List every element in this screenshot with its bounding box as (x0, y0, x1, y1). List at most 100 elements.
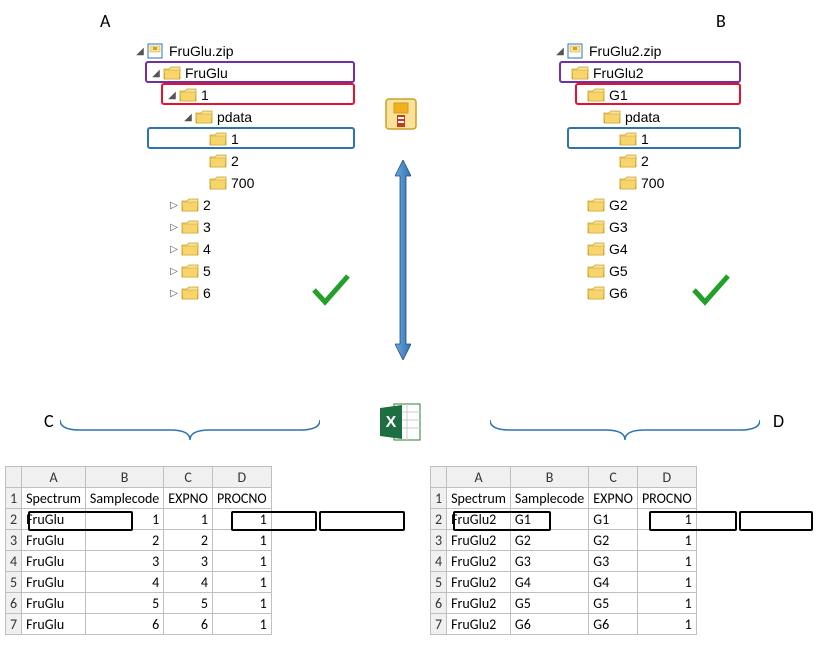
col-header[interactable]: C (164, 467, 213, 488)
cell[interactable]: FruGlu2 (447, 572, 511, 593)
cell[interactable]: 2 (164, 530, 213, 551)
tree-node-root[interactable]: ◢ FruGlu2.zip (555, 40, 785, 62)
cell[interactable]: 1 (637, 530, 696, 551)
row-header[interactable]: 1 (431, 488, 447, 509)
row-header[interactable]: 6 (431, 593, 447, 614)
tree-node-pdata-child[interactable]: 700 (135, 172, 365, 194)
cell[interactable]: 1 (212, 614, 271, 635)
cell[interactable]: FruGlu2 (447, 509, 511, 530)
cell[interactable]: FruGlu2 (447, 530, 511, 551)
cell[interactable]: 5 (85, 593, 163, 614)
cell[interactable]: 1 (212, 509, 271, 530)
cell[interactable]: 3 (85, 551, 163, 572)
tree-node-pdata-child[interactable]: 1 (555, 128, 785, 150)
col-header[interactable]: A (447, 467, 511, 488)
tree-node-pdata[interactable]: ◢ pdata (135, 106, 365, 128)
cell[interactable]: 1 (637, 614, 696, 635)
cell[interactable]: FruGlu (22, 530, 86, 551)
tree-node-level1[interactable]: FruGlu2 (555, 62, 785, 84)
expander-icon[interactable]: ◢ (167, 90, 177, 101)
tree-node-sibling[interactable]: ▷ 4 (135, 238, 365, 260)
cell[interactable]: FruGlu (22, 614, 86, 635)
cell[interactable]: G4 (589, 572, 638, 593)
cell[interactable]: 1 (637, 551, 696, 572)
expander-icon[interactable]: ▷ (169, 222, 179, 233)
cell[interactable]: EXPNO (164, 488, 213, 509)
expander-icon[interactable]: ▷ (169, 200, 179, 211)
cell[interactable]: G2 (589, 530, 638, 551)
cell[interactable]: 1 (637, 572, 696, 593)
cell[interactable]: 1 (212, 551, 271, 572)
row-header[interactable]: 7 (431, 614, 447, 635)
cell[interactable]: G6 (589, 614, 638, 635)
tree-node-pdata[interactable]: pdata (555, 106, 785, 128)
cell[interactable]: G1 (589, 509, 638, 530)
row-header[interactable]: 2 (431, 509, 447, 530)
corner-cell[interactable] (431, 467, 447, 488)
expander-icon[interactable]: ◢ (555, 46, 565, 57)
row-header[interactable]: 4 (431, 551, 447, 572)
tree-node-pdata-child[interactable]: 2 (135, 150, 365, 172)
cell[interactable]: Spectrum (447, 488, 511, 509)
cell[interactable]: 1 (637, 509, 696, 530)
cell[interactable]: FruGlu (22, 593, 86, 614)
tree-node-level2[interactable]: ◢ 1 (135, 84, 365, 106)
cell[interactable]: G3 (589, 551, 638, 572)
row-header[interactable]: 1 (6, 488, 22, 509)
expander-icon[interactable]: ◢ (183, 112, 193, 123)
cell[interactable]: 5 (164, 593, 213, 614)
row-header[interactable]: 5 (6, 572, 22, 593)
tree-node-sibling[interactable]: G5 (555, 260, 785, 282)
tree-node-sibling[interactable]: ▷ 3 (135, 216, 365, 238)
cell[interactable]: G4 (510, 572, 588, 593)
row-header[interactable]: 5 (431, 572, 447, 593)
tree-node-sibling[interactable]: G2 (555, 194, 785, 216)
cell[interactable]: FruGlu2 (447, 614, 511, 635)
cell[interactable]: 6 (164, 614, 213, 635)
cell[interactable]: 4 (85, 572, 163, 593)
row-header[interactable]: 4 (6, 551, 22, 572)
tree-node-sibling[interactable]: G4 (555, 238, 785, 260)
cell[interactable]: G2 (510, 530, 588, 551)
cell[interactable]: Samplecode (85, 488, 163, 509)
cell[interactable]: PROCNO (637, 488, 696, 509)
col-header[interactable]: B (85, 467, 163, 488)
tree-node-sibling[interactable]: G6 (555, 282, 785, 304)
tree-node-sibling[interactable]: G3 (555, 216, 785, 238)
col-header[interactable]: A (22, 467, 86, 488)
cell[interactable]: G1 (510, 509, 588, 530)
cell[interactable]: FruGlu2 (447, 551, 511, 572)
cell[interactable]: 6 (85, 614, 163, 635)
cell[interactable]: 1 (637, 593, 696, 614)
cell[interactable]: 2 (85, 530, 163, 551)
cell[interactable]: EXPNO (589, 488, 638, 509)
tree-node-sibling[interactable]: ▷ 2 (135, 194, 365, 216)
cell[interactable]: FruGlu2 (447, 593, 511, 614)
cell[interactable]: FruGlu (22, 509, 86, 530)
expander-icon[interactable]: ▷ (169, 288, 179, 299)
col-header[interactable]: B (510, 467, 588, 488)
col-header[interactable]: D (212, 467, 271, 488)
row-header[interactable]: 2 (6, 509, 22, 530)
cell[interactable]: 1 (164, 509, 213, 530)
cell[interactable]: G3 (510, 551, 588, 572)
tree-node-level2[interactable]: G1 (555, 84, 785, 106)
cell[interactable]: 1 (85, 509, 163, 530)
row-header[interactable]: 6 (6, 593, 22, 614)
tree-node-pdata-child[interactable]: 700 (555, 172, 785, 194)
cell[interactable]: 4 (164, 572, 213, 593)
cell[interactable]: FruGlu (22, 551, 86, 572)
row-header[interactable]: 3 (431, 530, 447, 551)
col-header[interactable]: C (589, 467, 638, 488)
col-header[interactable]: D (637, 467, 696, 488)
cell[interactable]: 1 (212, 593, 271, 614)
expander-icon[interactable]: ▷ (169, 244, 179, 255)
cell[interactable]: G5 (510, 593, 588, 614)
expander-icon[interactable]: ◢ (135, 46, 145, 57)
cell[interactable]: Samplecode (510, 488, 588, 509)
cell[interactable]: G5 (589, 593, 638, 614)
cell[interactable]: G6 (510, 614, 588, 635)
expander-icon[interactable]: ◢ (151, 68, 161, 79)
tree-node-root[interactable]: ◢ FruGlu.zip (135, 40, 365, 62)
corner-cell[interactable] (6, 467, 22, 488)
